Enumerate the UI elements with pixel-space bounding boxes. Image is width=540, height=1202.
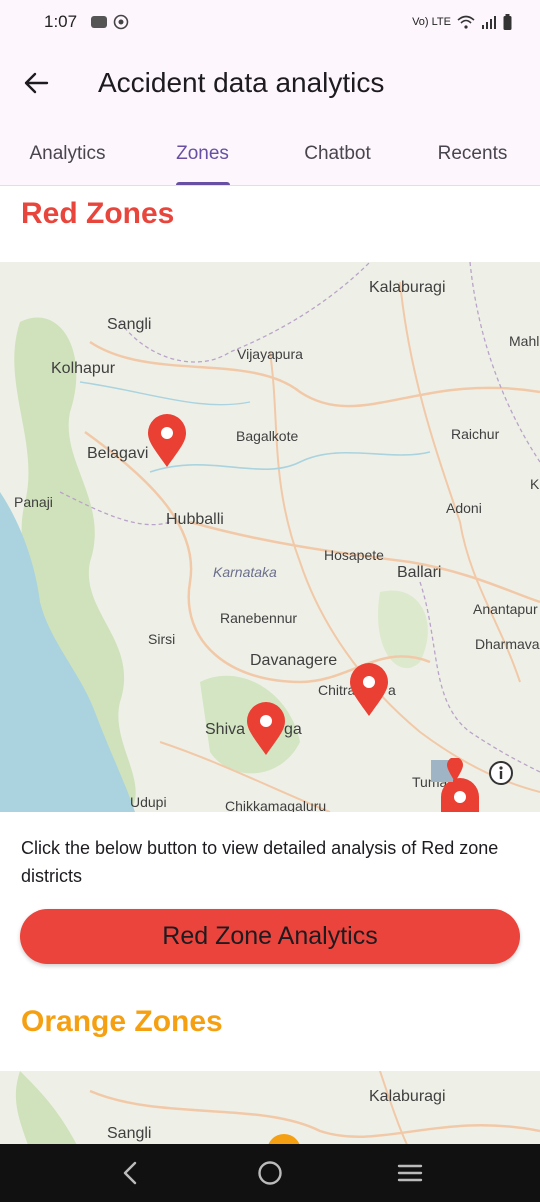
tab-zones[interactable]: Zones: [135, 122, 270, 185]
info-icon[interactable]: [488, 760, 514, 786]
map-label: Sangli: [107, 1125, 152, 1142]
map-marker-icon[interactable]: [266, 1133, 302, 1144]
tab-label: Recents: [437, 142, 508, 164]
map-label: Davanagere: [250, 652, 338, 669]
tab-indicator: [175, 182, 230, 185]
tab-label: Analytics: [29, 142, 106, 164]
map-label: Hosapete: [324, 547, 384, 563]
map-label: Belagavi: [87, 445, 149, 462]
nav-back-button[interactable]: [100, 1144, 160, 1202]
map-label: Anantapur: [473, 601, 538, 617]
status-time: 1:07: [44, 12, 78, 31]
tab-bar: Analytics Zones Chatbot Recents: [0, 122, 540, 186]
map-thumbnail-icon[interactable]: [431, 758, 467, 788]
map-label: Karnataka: [213, 564, 277, 580]
orange-zones-map[interactable]: Kalaburagi Sangli: [0, 1071, 540, 1144]
map-label: Mahl: [509, 333, 540, 349]
map-label: Sangli: [107, 316, 152, 333]
map-label: Ballari: [397, 564, 442, 581]
nav-home-button[interactable]: [240, 1144, 300, 1202]
signal-icon: [482, 16, 496, 29]
map-marker-icon[interactable]: [147, 414, 187, 468]
arrow-left-icon: [24, 72, 49, 94]
music-notification-icon: [113, 14, 129, 30]
map-label: Sirsi: [148, 631, 176, 647]
map-marker-icon[interactable]: [349, 663, 389, 717]
map-label: Hubballi: [166, 511, 224, 528]
map-label: Kalaburagi: [369, 279, 446, 296]
wifi-icon: [457, 15, 475, 29]
red-zone-description: Click the below button to view detailed …: [21, 838, 499, 886]
map-label: Dharmava: [475, 636, 540, 652]
tab-label: Chatbot: [304, 142, 371, 164]
map-label: Raichur: [451, 426, 500, 442]
map-marker-icon[interactable]: [246, 702, 286, 756]
red-zones-title: Red Zones: [21, 197, 175, 230]
tab-recents[interactable]: Recents: [405, 122, 540, 185]
map-label: Shiva: [205, 721, 246, 738]
map-label: Adoni: [446, 500, 482, 516]
home-icon: [258, 1161, 282, 1185]
orange-zones-title: Orange Zones: [21, 1005, 223, 1038]
battery-icon: [503, 14, 512, 30]
map-label: Bagalkote: [236, 428, 299, 444]
page-title: Accident data analytics: [98, 67, 385, 98]
app-bar: Accident data analytics: [0, 44, 540, 122]
back-icon: [123, 1161, 137, 1185]
back-button[interactable]: [0, 44, 72, 122]
tab-analytics[interactable]: Analytics: [0, 122, 135, 185]
system-nav-bar: [0, 1144, 540, 1202]
status-bar: 1:07 Vo) LTE: [0, 0, 540, 44]
map-label: ga: [284, 721, 302, 738]
map-label: Kolhapur: [51, 360, 116, 377]
map-label: Ranebennur: [220, 610, 298, 626]
tab-chatbot[interactable]: Chatbot: [270, 122, 405, 185]
map-label: Vijayapura: [237, 346, 303, 362]
map-label: Panaji: [14, 494, 53, 510]
red-zone-analytics-button[interactable]: Red Zone Analytics: [20, 909, 520, 964]
map-label: Udupi: [130, 794, 167, 810]
map-label: Kalaburagi: [369, 1088, 446, 1105]
tab-label: Zones: [176, 142, 229, 164]
map-label: K: [530, 476, 540, 492]
app-notification-icon: [91, 16, 108, 28]
map-label: Chikkamagaluru: [225, 798, 327, 812]
network-type: Vo) LTE: [412, 16, 451, 28]
red-zones-map[interactable]: Kalaburagi Sangli Mahl Kolhapur Vijayapu…: [0, 262, 540, 812]
button-label: Red Zone Analytics: [162, 922, 378, 950]
menu-icon: [397, 1164, 423, 1182]
map-label: a: [388, 682, 396, 698]
nav-menu-button[interactable]: [380, 1144, 440, 1202]
zones-content[interactable]: Red Zones Kalaburagi Sangli Mahl Kolhapu…: [0, 187, 540, 1144]
